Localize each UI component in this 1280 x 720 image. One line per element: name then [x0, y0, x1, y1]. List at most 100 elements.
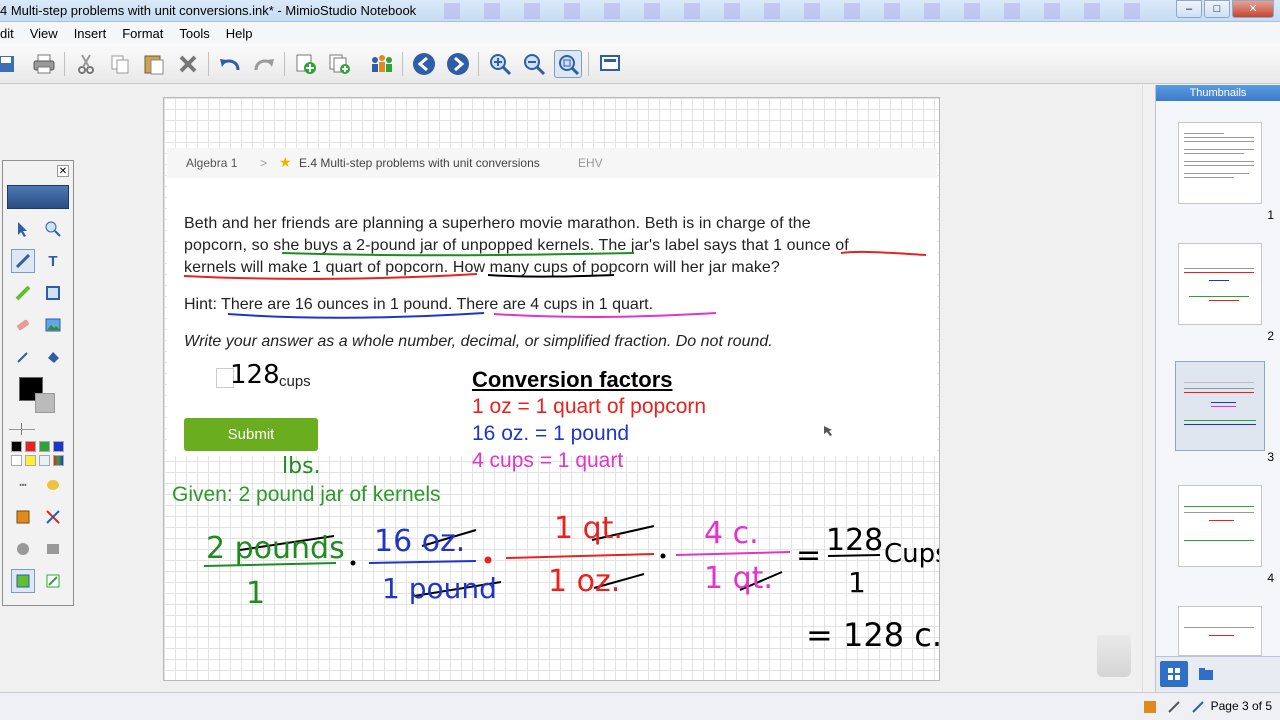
thumbnails-header: Thumbnails — [1156, 85, 1280, 101]
thumbnail-toolbar — [1156, 656, 1280, 692]
window-title: 4 Multi-step problems with unit conversi… — [0, 3, 417, 18]
cut-icon[interactable] — [72, 50, 100, 78]
thumbnails-view-icon[interactable] — [1160, 661, 1188, 687]
zoom-fit-icon[interactable] — [554, 50, 582, 78]
maximize-button[interactable]: □ — [1204, 0, 1230, 18]
denominator-1: 1 — [246, 576, 265, 611]
menu-help[interactable]: Help — [226, 26, 261, 41]
result-unit: Cups — [884, 539, 940, 569]
thumbnail-page-1[interactable] — [1178, 122, 1262, 204]
zoom-tool-icon[interactable] — [41, 217, 65, 241]
clipart-icon[interactable] — [41, 473, 65, 497]
status-gallery-icon[interactable] — [1140, 697, 1160, 717]
numerator-2: 16 oz. — [374, 524, 465, 559]
select-arrow-icon[interactable] — [11, 217, 35, 241]
swatch-light[interactable] — [39, 455, 50, 466]
swatch-green[interactable] — [39, 441, 50, 452]
toolbar — [0, 44, 1280, 84]
collaborate-icon[interactable] — [368, 50, 396, 78]
shape-tool-icon[interactable] — [41, 281, 65, 305]
thumbnail-number-3: 3 — [1267, 450, 1274, 464]
numerator-1: 2 pounds — [206, 531, 345, 566]
duplicate-page-icon[interactable] — [326, 50, 354, 78]
swatch-red[interactable] — [25, 441, 36, 452]
pen-preview-icon — [7, 185, 69, 209]
save-icon[interactable] — [0, 50, 20, 78]
back-arrow-icon[interactable] — [410, 50, 438, 78]
thumbnail-number-2: 2 — [1267, 329, 1274, 343]
thumbnail-page-4[interactable] — [1178, 485, 1262, 567]
trash-icon[interactable] — [1097, 635, 1131, 677]
thumbnail-page-2[interactable] — [1178, 243, 1262, 325]
menu-view[interactable]: View — [30, 26, 66, 41]
import-icon[interactable] — [41, 569, 65, 593]
highlighter-tool-icon[interactable] — [11, 281, 35, 305]
eyedropper-tool-icon[interactable] — [11, 345, 35, 369]
title-decoration — [420, 3, 1160, 19]
swatch-blue[interactable] — [53, 441, 64, 452]
close-button[interactable]: ✕ — [1232, 0, 1274, 18]
result-numerator: 128 — [826, 523, 883, 558]
title-bar: 4 Multi-step problems with unit conversi… — [0, 0, 1280, 22]
copy-icon[interactable] — [106, 50, 134, 78]
thumbnail-page-5[interactable] — [1178, 606, 1262, 656]
status-bar: Page 3 of 5 — [0, 692, 1280, 720]
fill-tool-icon[interactable] — [41, 345, 65, 369]
vertical-scrollbar[interactable] — [1142, 85, 1154, 692]
equals-sign: = — [796, 538, 821, 573]
menu-tools[interactable]: Tools — [179, 26, 217, 41]
thumbnail-number-4: 4 — [1267, 571, 1274, 585]
redo-icon[interactable] — [250, 50, 278, 78]
paste-icon[interactable] — [140, 50, 168, 78]
new-page-icon[interactable] — [292, 50, 320, 78]
denominator-2: 1 pound — [382, 572, 497, 605]
minimize-button[interactable]: – — [1176, 0, 1202, 18]
screen-icon[interactable] — [596, 50, 624, 78]
thumbnail-number-1: 1 — [1267, 208, 1274, 222]
menu-format[interactable]: Format — [122, 26, 171, 41]
zoom-out-icon[interactable] — [520, 50, 548, 78]
swatch-more-colors[interactable] — [53, 455, 64, 466]
menu-bar: dit View Insert Format Tools Help — [0, 22, 1280, 44]
zoom-in-icon[interactable] — [486, 50, 514, 78]
numerator-4: 4 c. — [704, 516, 759, 551]
text-tool-icon[interactable]: T — [41, 249, 65, 273]
menu-edit[interactable]: dit — [0, 26, 22, 41]
status-tool-icon[interactable] — [1188, 697, 1208, 717]
fill-color-swatch[interactable] — [35, 393, 55, 413]
swatch-yellow[interactable] — [25, 455, 36, 466]
image-tool-icon[interactable] — [41, 313, 65, 337]
screen-capture-icon[interactable] — [41, 537, 65, 561]
page-indicator: Page 3 of 5 — [1210, 699, 1272, 713]
palette-close-icon[interactable]: ✕ — [57, 165, 69, 177]
folder-icon[interactable] — [1192, 661, 1220, 687]
undo-icon[interactable] — [216, 50, 244, 78]
pen-tool-icon[interactable] — [11, 249, 35, 273]
tools-palette: ✕ T ┅ — [2, 160, 74, 606]
result-denominator: 1 — [848, 566, 866, 599]
window-controls: – □ ✕ — [1176, 0, 1274, 18]
swatch-black[interactable] — [11, 441, 22, 452]
cursor-icon — [824, 426, 832, 436]
status-pen-icon[interactable] — [1164, 697, 1184, 717]
thumbnails-panel: Thumbnails 1 2 3 4 — [1155, 85, 1280, 692]
final-answer: = 128 c. — [806, 616, 940, 654]
ink-layer: 2 pounds 1 16 oz. 1 pound 1 qt. 1 oz. 4 … — [183, 250, 940, 654]
reveal-icon[interactable] — [11, 537, 35, 561]
notebook-page[interactable]: Algebra 1 > ★ E.4 Multi-step problems wi… — [163, 97, 940, 681]
menu-insert[interactable]: Insert — [74, 26, 115, 41]
numerator-3: 1 qt. — [554, 511, 623, 546]
thickness-slider[interactable] — [9, 429, 35, 430]
thumbnail-page-3[interactable] — [1175, 361, 1265, 451]
swatch-white[interactable] — [11, 455, 22, 466]
line-style-icon[interactable]: ┅ — [11, 473, 35, 497]
delete-icon[interactable] — [174, 50, 202, 78]
forward-arrow-icon[interactable] — [444, 50, 472, 78]
denominator-3: 1 oz. — [548, 564, 620, 599]
recorder-icon[interactable] — [11, 505, 35, 529]
gallery-icon[interactable] — [11, 569, 35, 593]
eraser-tool-icon[interactable] — [11, 313, 35, 337]
print-icon[interactable] — [30, 50, 58, 78]
spotlight-icon[interactable] — [41, 505, 65, 529]
denominator-4: 1 qt. — [704, 561, 773, 596]
